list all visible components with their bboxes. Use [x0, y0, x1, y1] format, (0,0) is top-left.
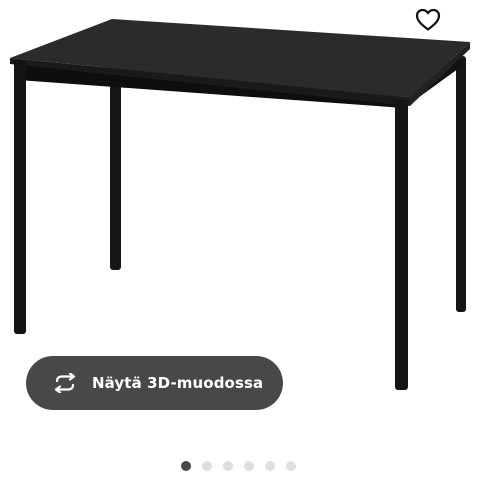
- carousel-dot[interactable]: [202, 461, 212, 471]
- view-3d-label: Näytä 3D-muodossa: [92, 374, 264, 392]
- carousel-dots: [181, 460, 296, 472]
- carousel-dot[interactable]: [244, 461, 254, 471]
- carousel-dot[interactable]: [181, 461, 191, 471]
- product-gallery: Näytä 3D-muodossa: [0, 0, 480, 440]
- carousel-dot[interactable]: [286, 461, 296, 471]
- heart-outline-icon: [415, 8, 441, 31]
- rotate-arrows-icon: [51, 372, 79, 394]
- carousel-dot[interactable]: [265, 461, 275, 471]
- view-3d-button[interactable]: Näytä 3D-muodossa: [26, 356, 283, 410]
- favourite-button[interactable]: [408, 0, 448, 40]
- carousel-dot[interactable]: [223, 461, 233, 471]
- carousel-pagination: [0, 460, 480, 472]
